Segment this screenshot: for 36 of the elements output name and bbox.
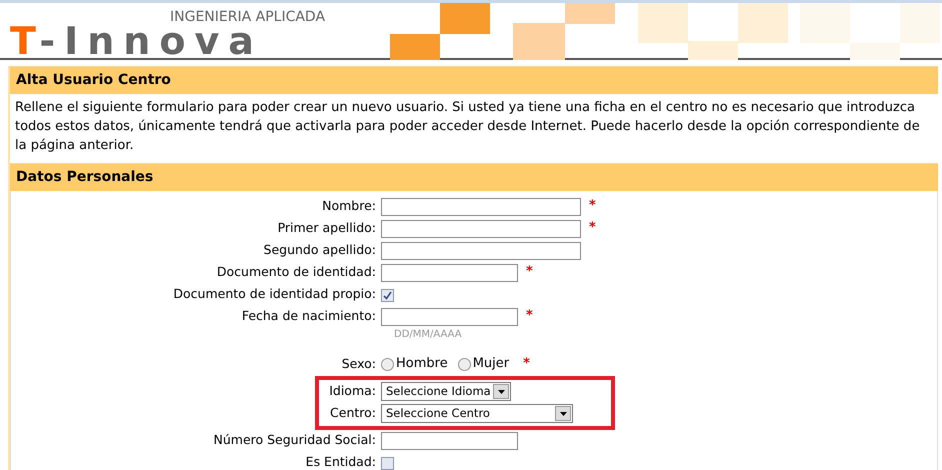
intro-paragraph: Rellene el siguiente formulario para poder crear un nuevo usuario. Si usted ya tiene una ficha en el centro no es necesario que introduzca todos estos datos, únicamente tendrá que activarla para poder acceder desde Internet. Puede hacerlo desde la opción correspondiente de la página anterior.	[14, 99, 921, 155]
field-label: Documento de identidad:	[216, 263, 377, 281]
field-label: Primer apellido:	[276, 219, 377, 237]
section-header: Alta Usuario Centro	[10, 66, 938, 94]
field-label: Idioma:	[328, 382, 377, 400]
field-label: Es Entidad:	[304, 453, 377, 470]
logo: T-Innova	[10, 25, 263, 57]
radio-option[interactable]: Hombre	[381, 354, 448, 374]
required-asterisk: *	[589, 219, 596, 238]
required-asterisk: *	[523, 355, 530, 374]
field-label: Número Seguridad Social:	[212, 431, 377, 449]
field-label: Documento de identidad propio:	[172, 285, 377, 303]
caret-icon	[560, 412, 566, 416]
input-field[interactable]	[381, 220, 581, 238]
input-field[interactable]	[381, 432, 518, 450]
required-asterisk: *	[526, 307, 533, 326]
checkbox[interactable]	[381, 288, 394, 302]
input-field[interactable]	[381, 308, 518, 326]
date-format-hint: DD/MM/AAAA	[394, 328, 463, 342]
section-header: Datos Personales	[10, 163, 938, 191]
radio-option[interactable]: Mujer	[458, 354, 510, 374]
input-field[interactable]	[381, 198, 581, 216]
input-field[interactable]	[381, 242, 581, 260]
dropdown[interactable]: Seleccione Idioma	[381, 382, 511, 401]
dropdown[interactable]: Seleccione Centro	[381, 404, 573, 423]
required-asterisk: *	[589, 197, 596, 216]
field-label: Segundo apellido:	[262, 241, 377, 259]
logo-tagline: INGENIERIA APLICADA	[170, 9, 326, 25]
field-label: Fecha de nacimiento:	[240, 307, 377, 325]
field-label: Sexo:	[340, 355, 377, 373]
input-field[interactable]	[381, 264, 518, 282]
field-label: Centro:	[329, 404, 377, 422]
checkbox[interactable]	[381, 456, 394, 470]
required-asterisk: *	[526, 263, 533, 282]
field-label: Nombre:	[321, 197, 377, 215]
caret-icon	[498, 390, 504, 394]
